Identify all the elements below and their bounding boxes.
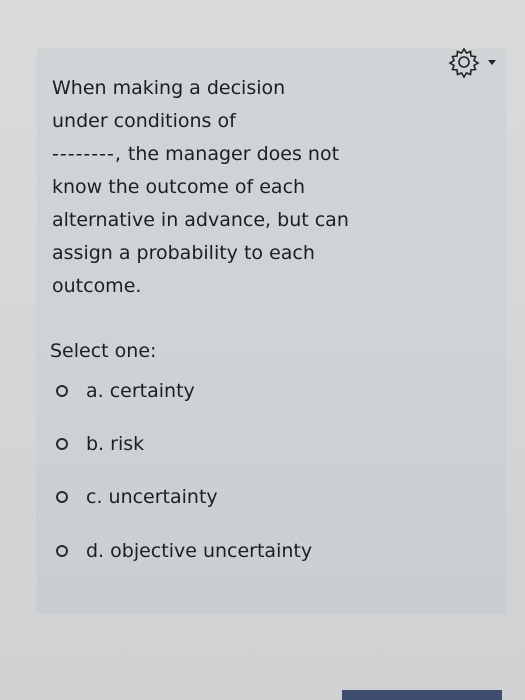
caret-down-icon[interactable]	[487, 58, 497, 66]
option-label[interactable]: d. objective uncertainty	[86, 540, 312, 562]
question-line: outcome.	[52, 275, 142, 297]
question-line: know the outcome of each	[52, 176, 306, 198]
answer-option-b[interactable]: b. risk	[56, 433, 144, 455]
fill-in-blank: --------,	[52, 143, 122, 165]
option-label[interactable]: b. risk	[86, 433, 144, 455]
option-label[interactable]: a. certainty	[86, 380, 195, 402]
radio-button[interactable]	[56, 545, 68, 557]
question-card: When making a decision under conditions …	[38, 47, 505, 612]
bottom-navigation-button[interactable]	[342, 690, 502, 700]
radio-button[interactable]	[56, 491, 68, 503]
question-line: alternative in advance, but can	[52, 209, 349, 231]
question-line: When making a decision	[52, 77, 286, 99]
question-line-rest: the manager does not	[121, 143, 340, 165]
question-line: under conditions of	[52, 110, 236, 132]
option-label[interactable]: c. uncertainty	[86, 486, 218, 508]
answer-option-d[interactable]: d. objective uncertainty	[56, 540, 312, 562]
question-text: When making a decision under conditions …	[52, 72, 482, 303]
radio-button[interactable]	[56, 438, 68, 450]
question-line: --------, the manager does not	[52, 138, 482, 171]
select-one-label: Select one:	[50, 340, 157, 362]
radio-button[interactable]	[56, 385, 68, 397]
question-line: assign a probability to each	[52, 242, 315, 264]
answer-option-c[interactable]: c. uncertainty	[56, 486, 218, 508]
answer-option-a[interactable]: a. certainty	[56, 380, 195, 402]
